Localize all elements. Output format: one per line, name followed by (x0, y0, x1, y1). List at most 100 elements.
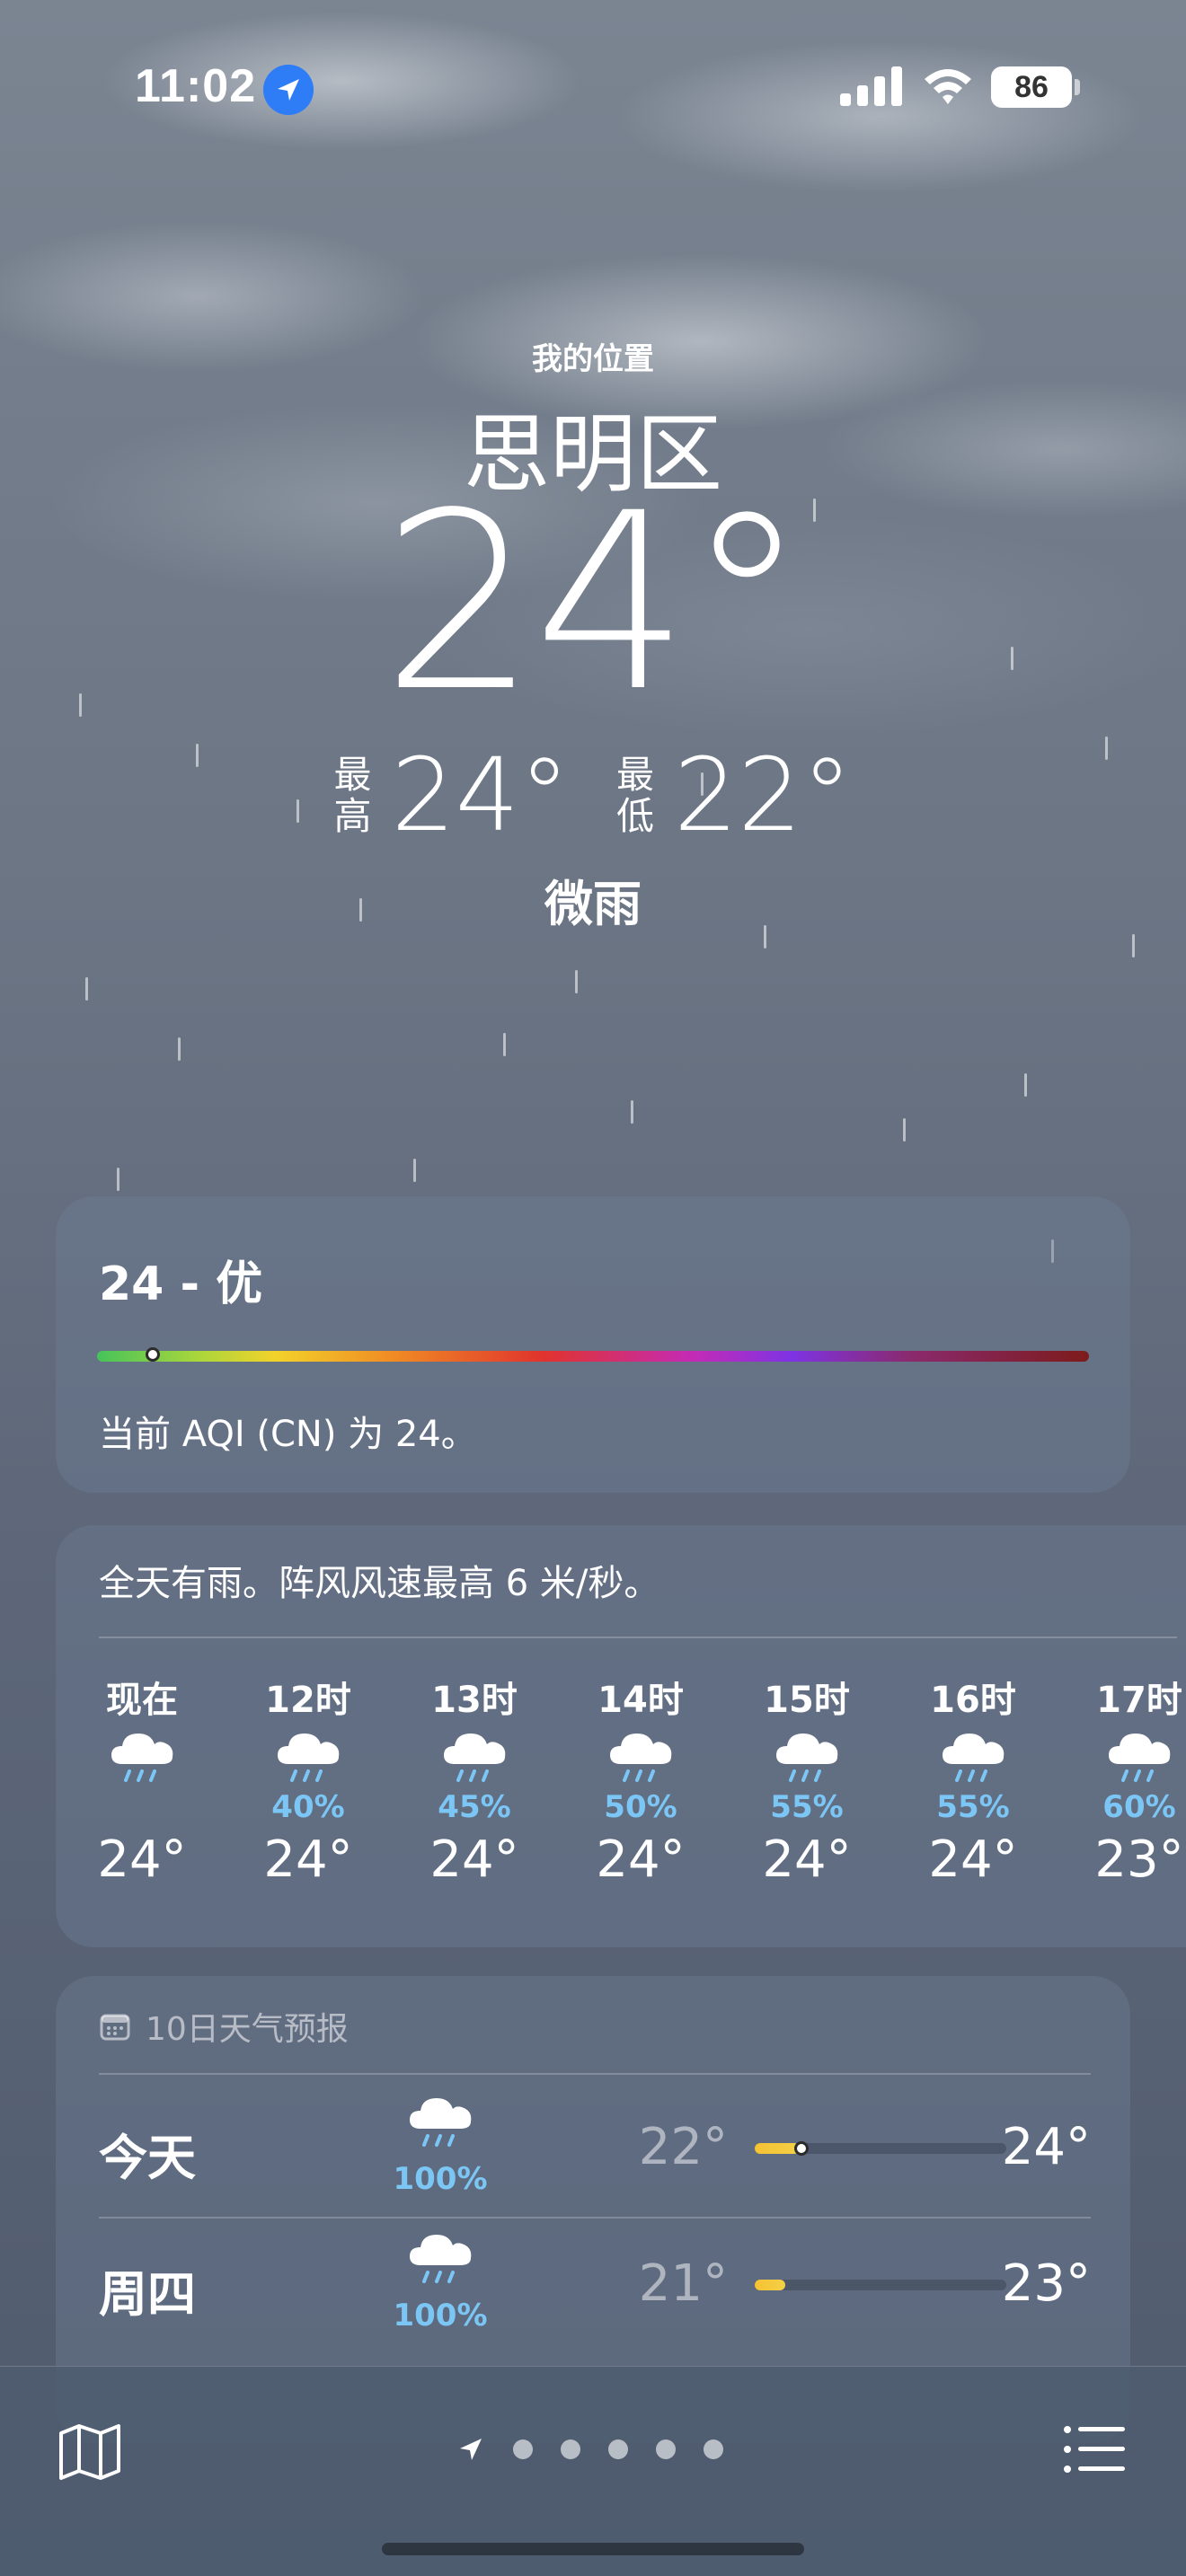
hour-label: 13时 (431, 1680, 518, 1721)
hour-precip-chance: 55% (770, 1789, 844, 1825)
hour-temperature: 23° (1094, 1831, 1184, 1889)
raindrop (903, 1118, 906, 1142)
day-precip-chance: 100% (393, 2161, 488, 2197)
page-dot[interactable] (656, 2439, 676, 2459)
hour-temperature: 24° (762, 1831, 852, 1889)
low-label: 最 低 (616, 754, 654, 837)
high-label: 最 高 (333, 754, 371, 837)
hourly-item: 现在 24° (70, 1671, 214, 1889)
ten-day-title: 10日天气预报 (146, 2011, 349, 2048)
raindrop (413, 1159, 416, 1182)
low-temperature: 22° (674, 737, 853, 854)
map-icon[interactable] (58, 2421, 122, 2482)
temp-range-fill (755, 2280, 785, 2290)
battery-cap (1075, 79, 1080, 95)
bottom-toolbar (0, 2366, 1186, 2576)
aqi-scale-bar (97, 1351, 1089, 1362)
hour-precip-chance: 40% (271, 1789, 345, 1825)
rain-cloud-icon (278, 1734, 340, 1782)
hour-temperature: 24° (596, 1831, 686, 1889)
hourly-item: 15时 55% 24° (735, 1671, 879, 1889)
raindrop (117, 1168, 119, 1191)
day-precip-chance: 100% (393, 2298, 488, 2333)
battery-level: 86 (991, 66, 1072, 108)
day-low-temp: 21° (638, 2254, 728, 2313)
hour-precip-chance: 45% (438, 1789, 511, 1825)
rain-cloud-icon (776, 1734, 838, 1782)
daily-row[interactable]: 今天 100% 22° 24° (99, 2082, 1091, 2217)
rain-cloud-icon (943, 1734, 1005, 1782)
rain-cloud-icon (111, 1734, 173, 1782)
temp-range-fill (755, 2143, 801, 2154)
day-high-temp: 24° (1001, 2118, 1091, 2176)
cellular-signal-icon (840, 66, 902, 106)
low-label-bottom: 低 (616, 794, 655, 838)
aqi-title: 24 - 优 (99, 1257, 263, 1311)
raindrop (1132, 934, 1135, 957)
location-active-icon (263, 65, 314, 115)
day-name: 今天 (99, 2130, 196, 2186)
raindrop (631, 1100, 633, 1124)
status-time: 11:02 (135, 60, 257, 112)
high-label-top: 最 (333, 753, 372, 797)
rain-cloud-icon (410, 2098, 472, 2147)
raindrop (178, 1037, 181, 1061)
raindrop (575, 970, 578, 993)
home-indicator[interactable] (382, 2543, 804, 2555)
low-label-top: 最 (616, 753, 655, 797)
page-dot[interactable] (704, 2439, 723, 2459)
hour-temperature: 24° (263, 1831, 353, 1889)
page-dot[interactable] (513, 2439, 533, 2459)
current-temp-marker (794, 2141, 810, 2156)
hourly-divider (99, 1636, 1177, 1638)
hour-precip-chance: 55% (936, 1789, 1010, 1825)
daily-divider (99, 2073, 1091, 2075)
hour-label: 15时 (764, 1680, 850, 1721)
hour-temperature: 24° (97, 1831, 187, 1889)
day-high-temp: 23° (1001, 2254, 1091, 2313)
hour-label: 12时 (265, 1680, 351, 1721)
page-indicator[interactable] (456, 2435, 723, 2464)
hour-precip-chance (70, 1789, 214, 1823)
rain-cloud-icon (444, 1734, 506, 1782)
hourly-item: 12时 40% 24° (236, 1671, 380, 1889)
aqi-description: 当前 AQI (CN) 为 24。 (99, 1414, 477, 1455)
daily-row[interactable]: 周四 100% 21° 23° (99, 2219, 1091, 2353)
hour-temperature: 24° (429, 1831, 519, 1889)
day-name: 周四 (99, 2266, 196, 2323)
raindrop (1024, 1073, 1027, 1097)
rain-cloud-icon (610, 1734, 672, 1782)
raindrop (503, 1033, 506, 1056)
page-dot[interactable] (608, 2439, 628, 2459)
hourly-forecast-card[interactable]: 全天有雨。阵风风速最高 6 米/秒。 现在 24° 12时 40% 24° 13时 45% 2… (56, 1525, 1186, 1947)
high-low-row: 最 高 24° 最 低 22° (0, 745, 1186, 846)
location-arrow-icon (460, 2439, 482, 2460)
hour-label: 14时 (597, 1680, 684, 1721)
wifi-icon (925, 69, 971, 104)
ten-day-header: 10日天气预报 (99, 2003, 349, 2050)
hourly-item: 17时 60% 23° (1067, 1671, 1186, 1889)
day-low-temp: 22° (638, 2118, 728, 2176)
location-label: 我的位置 (532, 341, 654, 377)
hourly-item: 16时 55% 24° (901, 1671, 1045, 1889)
raindrop (85, 977, 88, 1001)
rain-cloud-icon (410, 2235, 472, 2283)
high-temperature: 24° (391, 737, 570, 854)
calendar-icon (100, 2014, 130, 2041)
hourly-item: 14时 50% 24° (569, 1671, 712, 1889)
hour-label: 现在 (106, 1680, 178, 1721)
hourly-summary: 全天有雨。阵风风速最高 6 米/秒。 (99, 1563, 660, 1604)
air-quality-card[interactable]: 24 - 优 当前 AQI (CN) 为 24。 (56, 1196, 1130, 1493)
condition-text: 微雨 (544, 876, 642, 932)
hour-label: 16时 (930, 1680, 1016, 1721)
page-dot[interactable] (561, 2439, 580, 2459)
high-label-bottom: 高 (333, 794, 372, 838)
list-icon[interactable] (1062, 2424, 1127, 2475)
hour-precip-chance: 60% (1102, 1789, 1176, 1825)
hour-label: 17时 (1096, 1680, 1182, 1721)
hour-precip-chance: 50% (604, 1789, 677, 1825)
rain-cloud-icon (1109, 1734, 1171, 1782)
current-temperature: 24° (381, 462, 808, 745)
hourly-item: 13时 45% 24° (403, 1671, 546, 1889)
hour-temperature: 24° (928, 1831, 1018, 1889)
